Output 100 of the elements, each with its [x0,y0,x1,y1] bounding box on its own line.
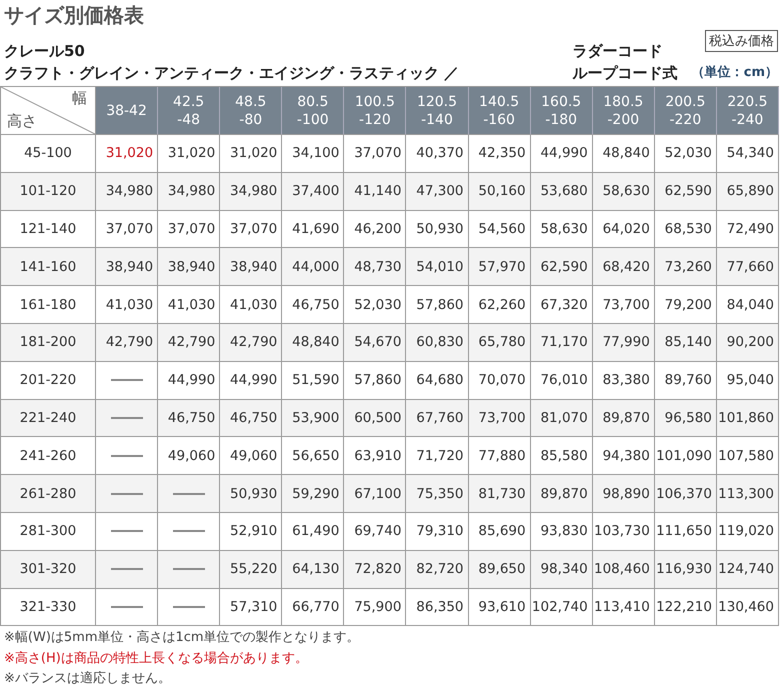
column-header: 220.5 -240 [716,87,779,135]
tax-badge: 税込み価格 [705,30,778,52]
price-cell: 90,200 [716,324,779,362]
height-cell: 301-320 [1,550,96,589]
product-name: クレール50 [4,41,86,62]
price-cell: 31,020 [158,135,220,173]
price-cell: 48,840 [592,135,655,173]
dash-icon [172,530,205,532]
price-cell: 54,340 [716,135,779,173]
price-cell: 85,580 [530,437,593,476]
price-cell: 37,400 [282,172,344,211]
price-cell: 42,790 [158,324,220,362]
price-cell: 46,750 [282,286,344,324]
price-cell: 41,030 [220,286,282,324]
price-cell: 130,460 [716,588,779,626]
page-title: サイズ別価格表 [4,2,145,28]
width-label: 幅 [72,89,87,108]
price-cell: 81,070 [530,400,593,438]
price-cell: 57,970 [468,248,531,286]
price-cell: 52,910 [220,512,282,551]
price-cell: 79,310 [406,512,469,551]
height-cell: 45-100 [1,135,96,173]
price-cell: 34,980 [96,172,158,211]
height-cell: 101-120 [1,172,96,211]
price-cell: 54,670 [344,324,406,362]
height-cell: 121-140 [1,210,96,248]
price-cell: 116,930 [654,550,717,589]
cord-type: ループコード式 [572,63,678,84]
price-cell: 66,770 [282,588,344,626]
price-cell: 71,720 [406,437,469,476]
price-cell: 71,170 [530,324,593,362]
price-cell: 69,740 [344,512,406,551]
price-cell: 103,730 [592,512,655,551]
price-cell: 93,830 [530,512,593,551]
dash-icon [110,606,143,608]
price-cell: 41,030 [96,286,158,324]
price-cell: 41,690 [282,210,344,248]
column-header: 180.5 -200 [592,87,655,135]
height-cell: 321-330 [1,588,96,626]
unit-label: （単位：cm） [692,64,778,82]
price-cell: 44,990 [220,362,282,400]
price-cell: 38,940 [220,248,282,286]
column-header: 120.5 -140 [406,87,469,135]
height-cell: 241-260 [1,437,96,476]
price-cell: 94,380 [592,437,655,476]
price-cell: 34,100 [282,135,344,173]
price-cell: 113,410 [592,588,655,626]
price-cell: 113,300 [716,475,779,513]
price-cell: 124,740 [716,550,779,589]
price-cell: 70,070 [468,362,531,400]
price-cell: 50,930 [406,210,469,248]
dash-icon [110,492,143,495]
price-cell: 73,700 [468,400,531,438]
price-cell: 46,200 [344,210,406,248]
price-cell: 73,260 [654,248,717,286]
price-cell: 122,210 [654,588,717,626]
dash-icon [110,379,143,382]
price-cell: 48,730 [344,248,406,286]
price-cell: 57,860 [344,362,406,400]
column-header: 100.5 -120 [344,87,406,135]
price-cell: 106,370 [654,475,717,513]
height-label: 高さ [7,112,37,131]
price-cell: 60,830 [406,324,469,362]
price-cell: 86,350 [406,588,469,626]
height-cell: 281-300 [1,512,96,551]
price-cell: 50,160 [468,172,531,211]
height-cell: 261-280 [1,475,96,513]
height-cell: 161-180 [1,286,96,324]
price-cell: 111,650 [654,512,717,551]
price-cell: 57,860 [406,286,469,324]
price-cell: 98,890 [592,475,655,513]
note-text: ※高さ(H)は商品の特性上長くなる場合があります。 [4,650,309,668]
price-cell: 96,580 [654,400,717,438]
price-cell: 53,680 [530,172,593,211]
price-cell: 46,750 [220,400,282,438]
price-cell: 65,890 [716,172,779,211]
price-cell: 49,060 [220,437,282,476]
price-cell: 68,530 [654,210,717,248]
column-header: 48.5 -80 [220,87,282,135]
price-cell: 61,490 [282,512,344,551]
column-header: 80.5 -100 [282,87,344,135]
price-cell: 57,310 [220,588,282,626]
price-cell: 76,010 [530,362,593,400]
dash-icon [110,416,143,419]
dash-icon [110,568,143,570]
price-cell: 41,140 [344,172,406,211]
price-cell: 72,820 [344,550,406,589]
price-cell: 54,010 [406,248,469,286]
price-cell: 37,070 [96,210,158,248]
price-cell: 85,140 [654,324,717,362]
price-cell: 75,900 [344,588,406,626]
price-cell: 89,870 [530,475,593,513]
price-cell: 67,100 [344,475,406,513]
price-cell: 75,350 [406,475,469,513]
price-cell: 79,200 [654,286,717,324]
price-cell: 51,590 [282,362,344,400]
price-cell: 44,990 [530,135,593,173]
price-cell: 44,000 [282,248,344,286]
price-cell: 60,500 [344,400,406,438]
price-cell: 65,780 [468,324,531,362]
